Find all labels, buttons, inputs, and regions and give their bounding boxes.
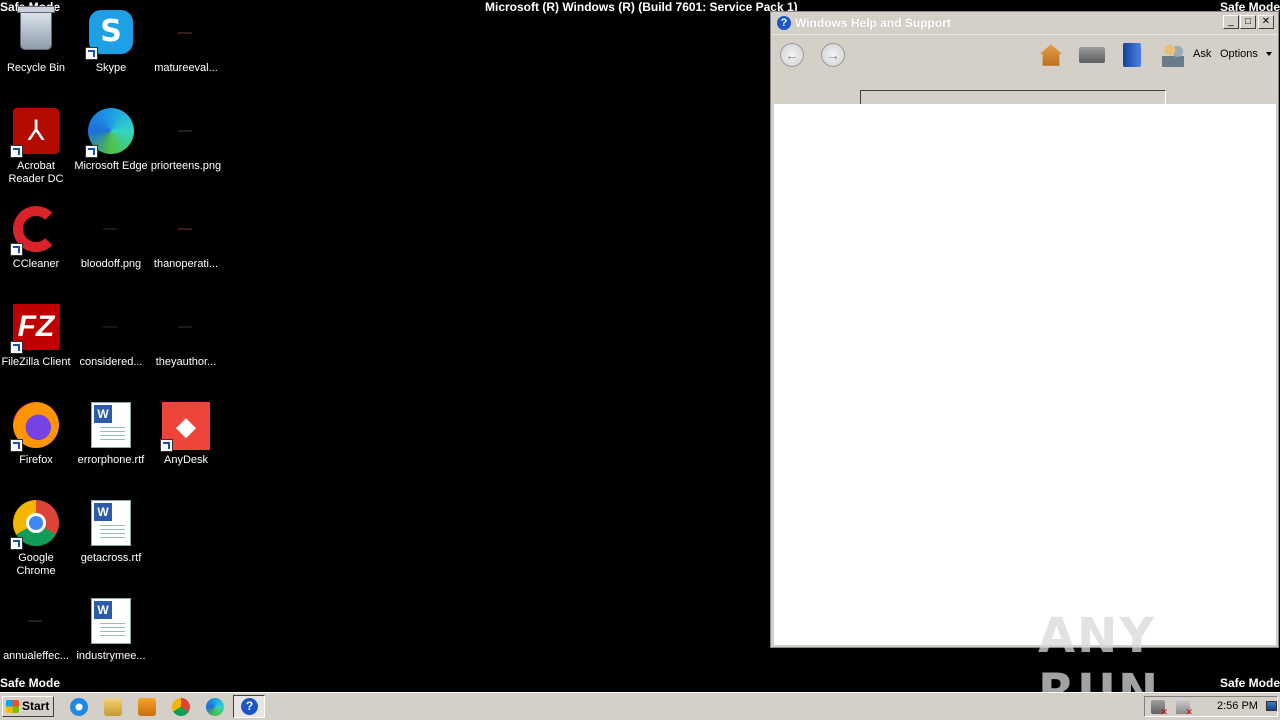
desktop-icon-label: bloodoff.png [80, 258, 142, 270]
print-icon[interactable] [1079, 47, 1105, 63]
desktop-icon-label: annualeffec... [3, 650, 69, 662]
help-content-pane [774, 104, 1276, 645]
start-label: Start [22, 699, 50, 713]
help-icon: ? [777, 16, 791, 30]
image-file-icon [162, 108, 210, 156]
desktop-icon-label: Recycle Bin [6, 62, 66, 74]
help-toolbar: ← → Ask Options [771, 35, 1278, 90]
image-file-icon [162, 10, 210, 58]
desktop-icon-edge[interactable]: Microsoft Edge [73, 104, 149, 194]
ask-button[interactable]: Ask [1193, 48, 1211, 60]
desktop-icon-firefox[interactable]: Firefox [0, 398, 74, 488]
desktop-icon-label: thanoperati... [153, 258, 219, 270]
desktop-icon-priorteens[interactable]: priorteens.png [148, 104, 224, 194]
desktop-icon-label: industrymee... [76, 650, 146, 662]
desktop-icon-filezilla[interactable]: FZ FileZilla Client [0, 300, 74, 390]
desktop-icon-label: Firefox [19, 454, 53, 466]
shortcut-arrow-icon [10, 243, 23, 256]
show-desktop-icon[interactable] [1266, 701, 1277, 711]
desktop-icon-ccleaner[interactable]: CCleaner [0, 202, 74, 292]
desktop-icon-label: theyauthor... [155, 356, 217, 368]
desktop-icon-label: Acrobat Reader DC [8, 160, 64, 185]
volume-muted-icon[interactable] [1151, 700, 1168, 718]
recycle-bin-icon [17, 6, 55, 50]
desktop-icon-considered[interactable]: considered... [73, 300, 149, 390]
desktop-icon-recycle-bin[interactable]: Recycle Bin [0, 6, 74, 96]
desktop-icon-label: Microsoft Edge [74, 160, 148, 172]
forward-button[interactable]: → [821, 43, 845, 67]
ask-icon[interactable] [1162, 43, 1184, 67]
desktop-icon-getacross[interactable]: getacross.rtf [73, 496, 149, 586]
start-button[interactable]: Start [2, 696, 54, 717]
desktop-icon-label: Skype [95, 62, 127, 74]
desktop-icon-matureeval[interactable]: matureeval... [148, 6, 224, 96]
desktop-icon-bloodoff[interactable]: bloodoff.png [73, 202, 149, 292]
image-file-icon [87, 206, 135, 254]
desktop-icon-acrobat[interactable]: ⅄ Acrobat Reader DC [0, 104, 74, 194]
help-icon: ? [241, 698, 258, 715]
shortcut-arrow-icon [85, 145, 98, 158]
shortcut-arrow-icon [10, 537, 23, 550]
chrome-taskbar-icon[interactable] [172, 698, 190, 716]
desktop-icon-label: considered... [79, 356, 143, 368]
edge-taskbar-icon[interactable] [206, 698, 224, 716]
desktop-icon-label: errorphone.rtf [77, 454, 145, 466]
media-player-icon[interactable] [138, 698, 156, 716]
image-file-icon [87, 304, 135, 352]
shortcut-arrow-icon [10, 341, 23, 354]
maximize-button[interactable]: □ [1240, 15, 1256, 29]
system-tray: 2:56 PM [1144, 696, 1278, 718]
window-title: Windows Help and Support [795, 16, 951, 30]
desktop-icon-annualeffec[interactable]: annualeffec... [0, 594, 74, 684]
word-document-icon [91, 402, 131, 448]
image-file-icon [162, 206, 210, 254]
desktop-icon-theyauthor[interactable]: theyauthor... [148, 300, 224, 390]
shortcut-arrow-icon [10, 439, 23, 452]
home-icon[interactable] [1040, 44, 1062, 66]
clock[interactable]: 2:56 PM [1217, 700, 1258, 712]
desktop-icon-errorphone[interactable]: errorphone.rtf [73, 398, 149, 488]
desktop-icon-label: FileZilla Client [1, 356, 71, 368]
shortcut-arrow-icon [160, 439, 173, 452]
word-document-icon [91, 500, 131, 546]
taskbar: Start ? 2:56 PM [0, 692, 1280, 720]
desktop-icon-label: AnyDesk [163, 454, 209, 466]
browse-help-icon[interactable] [1123, 43, 1141, 67]
desktop-icon-industrymee[interactable]: industrymee... [73, 594, 149, 684]
image-file-icon [162, 304, 210, 352]
window-titlebar[interactable]: ? Windows Help and Support _ □ ✕ [771, 12, 1278, 35]
desktop-icon-skype[interactable]: S Skype [73, 6, 149, 96]
close-button[interactable]: ✕ [1258, 15, 1274, 29]
explorer-icon[interactable] [104, 698, 122, 716]
desktop-icon-label: priorteens.png [150, 160, 222, 172]
desktop-icon-thanoperati[interactable]: thanoperati... [148, 202, 224, 292]
options-button[interactable]: Options [1220, 48, 1258, 60]
chevron-down-icon[interactable] [1266, 52, 1272, 56]
help-support-window: ? Windows Help and Support _ □ ✕ ← → Ask… [770, 11, 1279, 648]
desktop-icon-label: CCleaner [12, 258, 60, 270]
back-button[interactable]: ← [780, 43, 804, 67]
shortcut-arrow-icon [10, 145, 23, 158]
word-document-icon [91, 598, 131, 644]
network-disconnected-icon[interactable] [1176, 700, 1193, 718]
desktop-icon-label: matureeval... [154, 62, 218, 74]
windows-logo-icon [6, 700, 19, 713]
shortcut-arrow-icon [85, 47, 98, 60]
internet-explorer-icon[interactable] [70, 698, 88, 716]
desktop-icon-label: getacross.rtf [80, 552, 142, 564]
desktop-icon-chrome[interactable]: Google Chrome [0, 496, 74, 586]
desktop-icon-label: Google Chrome [16, 552, 56, 577]
image-file-icon [12, 598, 60, 646]
windows-build-label: Microsoft (R) Windows (R) (Build 7601: S… [485, 0, 798, 14]
taskbar-help-button[interactable]: ? [233, 695, 265, 718]
minimize-button[interactable]: _ [1223, 15, 1239, 29]
desktop-icon-anydesk[interactable]: ◆ AnyDesk [148, 398, 224, 488]
